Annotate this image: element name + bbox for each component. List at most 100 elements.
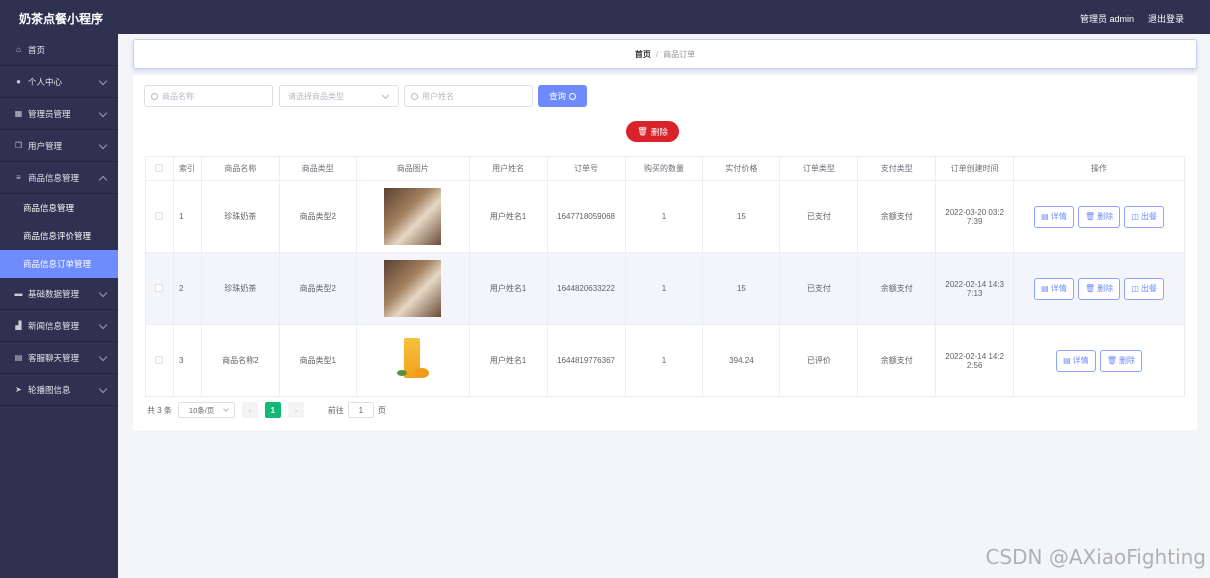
cell-index: 3: [172, 324, 202, 397]
chevron-down-icon: [98, 108, 108, 118]
select-all-checkbox[interactable]: [155, 163, 164, 172]
cell-product-type: 商品类型2: [278, 180, 357, 253]
app-title: 奶茶点餐小程序: [19, 12, 104, 26]
sidebar-item-admins[interactable]: ▦ 管理员管理: [0, 98, 118, 130]
row-checkbox[interactable]: [155, 211, 164, 220]
user-name-input[interactable]: 用户姓名: [404, 85, 533, 107]
product-image[interactable]: [384, 260, 442, 317]
created-time-line: 7:39: [966, 216, 983, 226]
goto-page-input[interactable]: 1: [347, 402, 374, 418]
trash-icon: 🗑: [1084, 284, 1096, 293]
product-type-select[interactable]: 请选择商品类型: [279, 85, 399, 107]
pagination-total: 共 3 条: [147, 405, 172, 415]
goto-label: 前往: [327, 405, 344, 415]
trash-icon: 🗑: [1084, 212, 1096, 221]
sidebar-item-profile[interactable]: ● 个人中心: [0, 66, 118, 98]
sidebar-item-carousel[interactable]: ➤ 轮播图信息: [0, 374, 118, 406]
cell-order-number: 1644819776367: [546, 324, 626, 397]
serve-button[interactable]: ◫ 出餐: [1124, 205, 1164, 228]
breadcrumb-home[interactable]: 首页: [635, 49, 651, 60]
delete-label: 删除: [1119, 356, 1136, 365]
sidebar-item-chat[interactable]: ▤ 客服聊天管理: [0, 342, 118, 374]
search-icon: [569, 92, 576, 100]
cell-order-number: 1647718059068: [546, 180, 626, 253]
product-image[interactable]: [384, 188, 442, 245]
sidebar-item-news[interactable]: ▟ 新闻信息管理: [0, 310, 118, 342]
sidebar-item-label: 商品信息管理: [28, 172, 80, 183]
cell-order-type: 已评价: [779, 324, 859, 397]
detail-button[interactable]: ▤ 详情: [1034, 277, 1074, 300]
detail-button[interactable]: ▤ 详情: [1034, 205, 1074, 228]
cell-quantity: 1: [624, 252, 704, 325]
chevron-down-icon: [381, 91, 390, 100]
serve-button[interactable]: ◫ 出餐: [1124, 277, 1164, 300]
page-size-select[interactable]: 10条/页: [177, 402, 235, 418]
column-header: 索引: [172, 156, 202, 181]
logout-link[interactable]: 退出登录: [1148, 12, 1184, 25]
chevron-down-icon: [98, 288, 108, 298]
chevron-down-icon: [98, 352, 108, 362]
cell-user-name: 用户姓名1: [468, 324, 548, 397]
cell-product-name: 珍珠奶茶: [200, 180, 280, 253]
grid-icon: ▦: [14, 109, 23, 118]
user-name-placeholder: 用户姓名: [422, 91, 454, 101]
created-time-line: 2022-03-20 03:2: [945, 207, 1004, 217]
delete-button[interactable]: 🗑 删除: [1099, 349, 1143, 372]
sidebar-subitem-product-reviews[interactable]: 商品信息评价管理: [0, 222, 118, 250]
cell-product-name: 珍珠奶茶: [200, 252, 280, 325]
batch-delete-button[interactable]: 🗑 删除: [626, 121, 679, 142]
row-select-cell[interactable]: [145, 324, 174, 397]
chevron-down-icon: [98, 384, 108, 394]
detail-label: 详情: [1050, 212, 1067, 221]
row-select-cell[interactable]: [145, 252, 174, 325]
send-icon: ➤: [15, 385, 22, 394]
serve-label: 出餐: [1140, 212, 1157, 221]
select-all-cell[interactable]: [145, 156, 174, 181]
sidebar-item-products[interactable]: ≡ 商品信息管理: [0, 162, 118, 194]
cell-price: 15: [702, 252, 781, 325]
sidebar-item-home[interactable]: ⌂ 首页: [0, 34, 118, 66]
table-row: 2 珍珠奶茶 商品类型2 用户姓名1 1644820633222 1 15 已支…: [145, 252, 1185, 325]
sidebar-item-label: 首页: [28, 44, 46, 55]
next-page-button[interactable]: ›: [287, 402, 304, 418]
book-icon: ◫: [1131, 284, 1139, 293]
cell-pay-type: 余额支付: [857, 252, 937, 325]
page-number-current[interactable]: 1: [264, 402, 281, 418]
cell-quantity: 1: [624, 324, 704, 397]
cell-pay-type: 余额支付: [857, 180, 937, 253]
query-button-label: 查询: [548, 91, 566, 101]
column-header: 商品名称: [200, 156, 280, 181]
query-button[interactable]: 查询: [538, 85, 587, 107]
row-checkbox[interactable]: [155, 355, 164, 364]
chevron-down-icon: [98, 140, 108, 150]
row-select-cell[interactable]: [145, 180, 174, 253]
sidebar-item-users[interactable]: ❐ 用户管理: [0, 130, 118, 162]
column-header: 商品图片: [355, 156, 470, 181]
sidebar-item-basic-data[interactable]: ▬ 基础数据管理: [0, 278, 118, 310]
column-header: 订单类型: [779, 156, 859, 181]
cell-user-name: 用户姓名1: [468, 180, 548, 253]
detail-label: 详情: [1050, 284, 1067, 293]
delete-button[interactable]: 🗑 删除: [1077, 277, 1121, 300]
orders-table: 索引 商品名称 商品类型 商品图片 用户姓名 订单号 购买的数量 实付价格 订单…: [145, 156, 1185, 397]
column-header: 支付类型: [857, 156, 937, 181]
sidebar-item-label: 基础数据管理: [28, 288, 80, 299]
product-name-input[interactable]: 商品名称: [144, 85, 273, 107]
cell-index: 2: [172, 252, 202, 325]
book-icon: ◫: [1131, 212, 1139, 221]
delete-button[interactable]: 🗑 删除: [1077, 205, 1121, 228]
sidebar-subitem-product-orders[interactable]: 商品信息订单管理: [0, 250, 118, 278]
delete-button-label: 删除: [650, 126, 668, 137]
data-icon: ▬: [14, 289, 23, 298]
detail-button[interactable]: ▤ 详情: [1056, 349, 1096, 372]
row-checkbox[interactable]: [155, 283, 164, 292]
cell-product-image: [355, 324, 470, 397]
page-size-label: 10条/页: [188, 405, 215, 415]
product-image[interactable]: [384, 332, 442, 389]
chevron-down-icon: [98, 76, 108, 86]
prev-page-button[interactable]: ‹: [241, 402, 258, 418]
document-icon: ▤: [1041, 284, 1049, 293]
sidebar-subitem-product-info[interactable]: 商品信息管理: [0, 194, 118, 222]
delete-label: 删除: [1097, 212, 1114, 221]
menu-icon: ≡: [16, 173, 21, 182]
